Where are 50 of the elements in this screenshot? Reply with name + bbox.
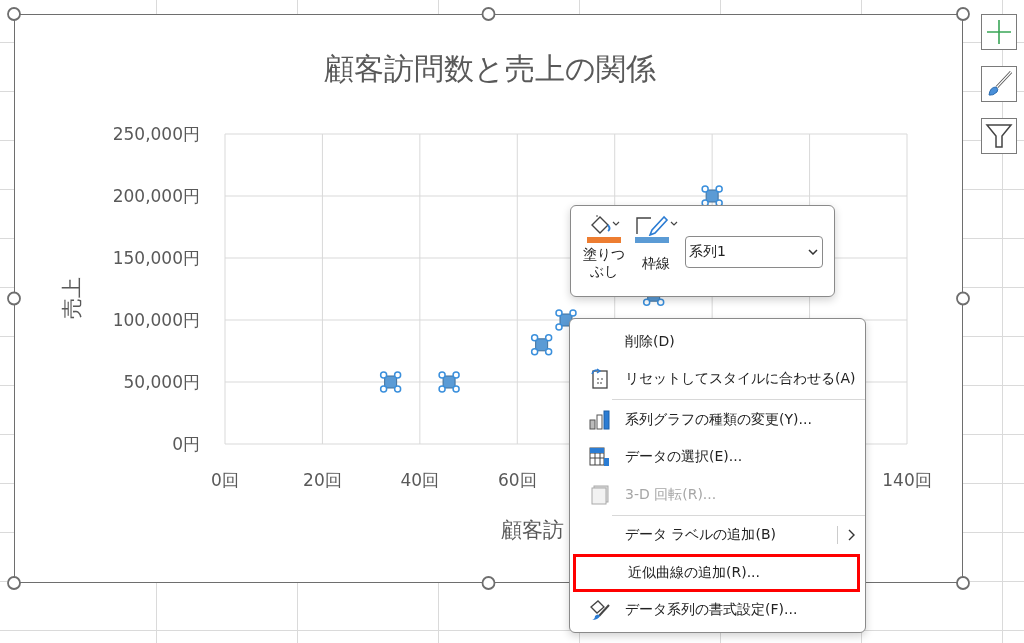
resize-handle[interactable] — [7, 576, 21, 590]
menu-item[interactable]: 削除(D) — [570, 323, 865, 361]
data-point[interactable] — [530, 334, 553, 356]
chart-title: 顧客訪問数と売上の関係 — [324, 51, 656, 86]
x-tick-label: 140回 — [882, 470, 932, 490]
outline-button[interactable]: 枠線 — [631, 214, 681, 272]
cube-icon — [590, 484, 610, 505]
y-tick-label: 250,000円 — [112, 124, 200, 144]
pencil-icon — [634, 214, 678, 236]
filter-icon — [985, 122, 1013, 150]
resize-handle[interactable] — [956, 291, 970, 306]
y-tick-label: 50,000円 — [123, 372, 200, 392]
y-tick-label: 200,000円 — [112, 186, 200, 206]
data-point[interactable] — [438, 371, 460, 393]
x-tick-label: 20回 — [303, 470, 342, 490]
menu-item[interactable]: データ ラベルの追加(B) — [570, 516, 865, 554]
data-table-icon — [589, 447, 611, 468]
menu-item[interactable]: データの選択(E)... — [570, 438, 865, 476]
resize-handle[interactable] — [481, 576, 496, 590]
chevron-right-icon — [848, 529, 855, 542]
reset-style-icon — [590, 368, 610, 391]
bar-chart-icon — [589, 409, 611, 430]
y-tick-label: 150,000円 — [112, 248, 200, 268]
resize-handle[interactable] — [7, 7, 21, 21]
x-axis-title: 顧客訪 — [501, 518, 564, 542]
resize-handle[interactable] — [7, 291, 21, 306]
chevron-down-icon — [808, 249, 818, 255]
resize-handle[interactable] — [956, 7, 970, 21]
y-tick-label: 0円 — [172, 434, 200, 454]
paintbrush-icon — [985, 70, 1013, 98]
menu-item[interactable]: 系列グラフの種類の変更(Y)... — [570, 401, 865, 439]
resize-handle[interactable] — [956, 576, 970, 590]
x-tick-label: 60回 — [497, 470, 537, 490]
chart-filter-button[interactable] — [981, 118, 1017, 154]
y-axis-title: 売上 — [60, 277, 84, 319]
y-tick-label: 100,000円 — [112, 310, 200, 330]
format-brush-icon — [589, 599, 611, 622]
data-point[interactable] — [701, 185, 723, 207]
menu-item[interactable]: データ系列の書式設定(F)... — [570, 591, 865, 629]
data-point[interactable] — [379, 371, 402, 393]
menu-item[interactable]: 近似曲線の追加(R)... — [573, 554, 860, 592]
x-tick-label: 40回 — [400, 470, 440, 490]
resize-handle[interactable] — [481, 7, 496, 21]
x-tick-label: 0回 — [211, 470, 239, 490]
fill-button[interactable]: 塗りつぶし — [581, 214, 627, 280]
plus-icon — [986, 19, 1012, 45]
menu-item[interactable]: リセットしてスタイルに合わせる(A) — [570, 360, 865, 398]
series-select[interactable]: 系列1 — [685, 236, 823, 268]
add-chart-element-button[interactable] — [981, 14, 1017, 50]
chart-styles-button[interactable] — [981, 66, 1017, 102]
